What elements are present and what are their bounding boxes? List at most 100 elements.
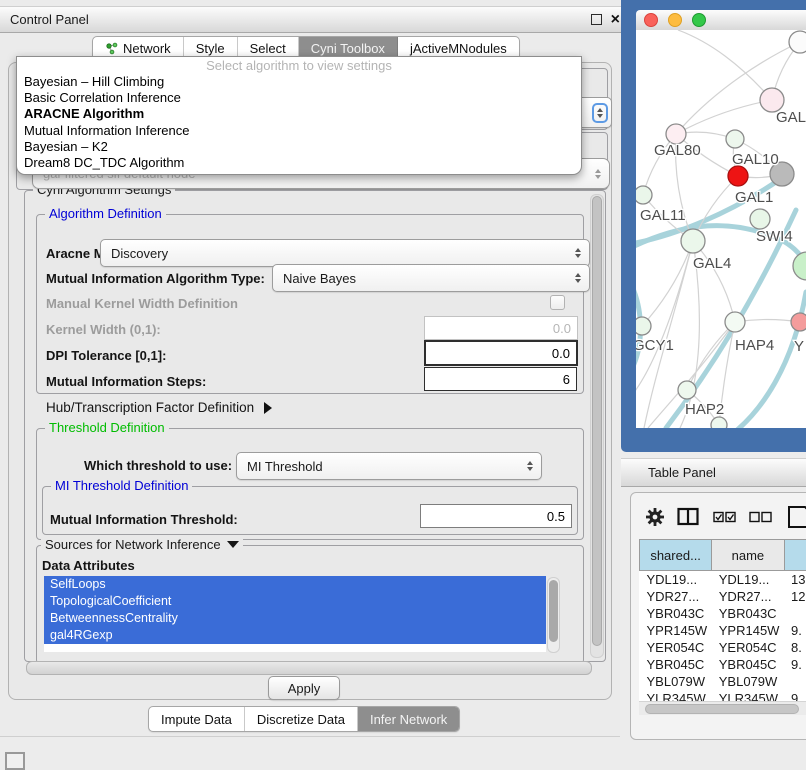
mac-minimize-button[interactable]	[668, 13, 682, 27]
tab-discretize-data[interactable]: Discretize Data	[245, 707, 358, 731]
table-horizontal-scrollbar[interactable]	[639, 701, 806, 715]
network-node-gal80[interactable]	[666, 124, 686, 144]
tab-impute-data[interactable]: Impute Data	[149, 707, 245, 731]
algorithm-option[interactable]: ARACNE Algorithm	[17, 106, 581, 122]
network-node-gcy1[interactable]	[636, 317, 651, 335]
which-threshold-combobox[interactable]: MI Threshold	[236, 452, 542, 480]
mac-zoom-button[interactable]	[692, 13, 706, 27]
floating-panel-button[interactable]	[5, 752, 25, 770]
settings-horizontal-scrollbar[interactable]	[26, 661, 592, 675]
mi-threshold-label: Mutual Information Threshold:	[50, 512, 238, 527]
network-node[interactable]	[711, 417, 727, 428]
table-row[interactable]: YBR045CYBR045C9.	[640, 656, 806, 673]
dpi-tolerance-field[interactable]: 0.0	[424, 340, 578, 366]
algorithm-option[interactable]: Basic Correlation Inference	[17, 90, 581, 106]
table-cell: YDL19...	[712, 571, 784, 589]
mi-algorithm-type-label: Mutual Information Algorithm Type:	[46, 271, 265, 286]
table-settings-icon[interactable]	[645, 507, 665, 530]
column-header[interactable]	[784, 540, 806, 571]
table-cell: YER054C	[640, 639, 712, 656]
table-row[interactable]: YBL079WYBL079W	[640, 673, 806, 690]
hub-definition-expander[interactable]: Hub/Transcription Factor Definition	[46, 400, 272, 415]
tab-cyni-toolbox-label: Cyni Toolbox	[311, 41, 385, 56]
table-cell: 9.	[784, 622, 806, 639]
aracne-mode-combobox[interactable]: Discovery	[100, 239, 590, 267]
data-attribute-item[interactable]: SelfLoops	[44, 576, 546, 593]
network-node-gal10[interactable]	[726, 130, 744, 148]
network-edge[interactable]	[676, 100, 772, 134]
apply-button[interactable]: Apply	[268, 676, 340, 700]
deselect-all-icon[interactable]	[749, 511, 773, 526]
table-cell: YBL079W	[712, 673, 784, 690]
algorithm-option[interactable]: Dream8 DC_TDC Algorithm	[17, 155, 581, 171]
data-attribute-item[interactable]: gal4RGexp	[44, 627, 546, 644]
select-all-icon[interactable]	[713, 511, 737, 526]
column-header[interactable]: shared...	[640, 540, 712, 571]
table-cell	[784, 605, 806, 622]
table-panel-titlebar: Table Panel	[621, 458, 806, 487]
network-node-gal11[interactable]	[636, 186, 652, 204]
network-window-frame: GALGAL80GAL10GAL1GAL11SWI4GAL4HAP4YGCY1H…	[621, 0, 806, 452]
network-node[interactable]	[789, 31, 806, 53]
split-columns-icon[interactable]	[677, 507, 699, 530]
network-node-hap2[interactable]	[678, 381, 696, 399]
algorithm-option[interactable]: Mutual Information Inference	[17, 123, 581, 139]
table-cell: 12	[784, 588, 806, 605]
column-header[interactable]: name	[712, 540, 784, 571]
mi-algorithm-type-combobox[interactable]: Naive Bayes	[272, 264, 590, 292]
table-row[interactable]: YPR145WYPR145W9.	[640, 622, 806, 639]
algorithm-option[interactable]: Bayesian – Hill Climbing	[17, 74, 581, 90]
expander-arrow-icon	[264, 402, 272, 414]
table-row[interactable]: YDL19...YDL19...13	[640, 571, 806, 589]
app-root: { "control_panel": { "title": "Control P…	[0, 0, 806, 762]
data-attributes-label: Data Attributes	[42, 558, 135, 573]
network-node[interactable]	[793, 252, 806, 280]
table-row[interactable]: YER054CYER054C8.	[640, 639, 806, 656]
mi-threshold-field[interactable]: 0.5	[420, 504, 572, 528]
network-node-swi4[interactable]	[750, 209, 770, 229]
network-node-hap4[interactable]	[725, 312, 745, 332]
node-label: SWI4	[756, 228, 793, 245]
tab-impute-data-label: Impute Data	[161, 712, 232, 727]
network-graph: GALGAL80GAL10GAL1GAL11SWI4GAL4HAP4YGCY1H…	[636, 30, 806, 428]
network-canvas[interactable]: GALGAL80GAL10GAL1GAL11SWI4GAL4HAP4YGCY1H…	[636, 30, 806, 428]
data-attribute-item[interactable]: TopologicalCoefficient	[44, 593, 546, 610]
mi-threshold-definition-title: MI Threshold Definition	[51, 478, 192, 493]
table-cell	[784, 673, 806, 690]
table-cell: YBR045C	[712, 656, 784, 673]
kernel-width-field[interactable]: 0.0	[424, 316, 578, 340]
attributes-scrollbar[interactable]	[547, 577, 560, 653]
settings-vertical-scrollbar[interactable]	[590, 194, 604, 658]
table-cell: YER054C	[712, 639, 784, 656]
algorithm-option[interactable]: Bayesian – K2	[17, 139, 581, 155]
close-panel-icon[interactable]: ×	[611, 15, 620, 25]
hub-definition-label: Hub/Transcription Factor Definition	[46, 400, 254, 415]
settings-vertical-scrollbar-thumb[interactable]	[592, 196, 602, 646]
node-label: GAL10	[732, 151, 779, 168]
network-edge[interactable]	[642, 241, 693, 326]
new-table-icon[interactable]	[787, 505, 806, 529]
table-cell: YDL19...	[640, 571, 712, 589]
attributes-scrollbar-thumb[interactable]	[549, 580, 558, 642]
table-horizontal-scrollbar-thumb[interactable]	[645, 704, 799, 714]
tab-infer-network-label: Infer Network	[370, 712, 447, 727]
apply-button-label: Apply	[288, 681, 321, 696]
network-node-gal1[interactable]	[728, 166, 748, 186]
mac-close-button[interactable]	[644, 13, 658, 27]
network-node-gal4[interactable]	[681, 229, 705, 253]
manual-kernel-width-checkbox[interactable]	[550, 295, 565, 310]
network-node-y[interactable]	[791, 313, 806, 331]
mi-steps-field[interactable]: 6	[424, 367, 577, 391]
mi-steps-value: 6	[563, 372, 570, 387]
mi-algorithm-type-value: Naive Bayes	[283, 271, 356, 286]
collapse-arrow-icon	[227, 541, 239, 548]
algorithm-definition-title: Algorithm Definition	[45, 206, 166, 221]
node-label: GAL	[776, 109, 806, 126]
tab-infer-network[interactable]: Infer Network	[358, 707, 459, 731]
table-row[interactable]: YBR043CYBR043C	[640, 605, 806, 622]
sources-title[interactable]: Sources for Network Inference	[41, 537, 243, 552]
float-panel-icon[interactable]	[591, 14, 602, 25]
table-row[interactable]: YDR27...YDR27...12	[640, 588, 806, 605]
data-attribute-item[interactable]: BetweennessCentrality	[44, 610, 546, 627]
network-window-titlebar[interactable]	[636, 10, 806, 31]
